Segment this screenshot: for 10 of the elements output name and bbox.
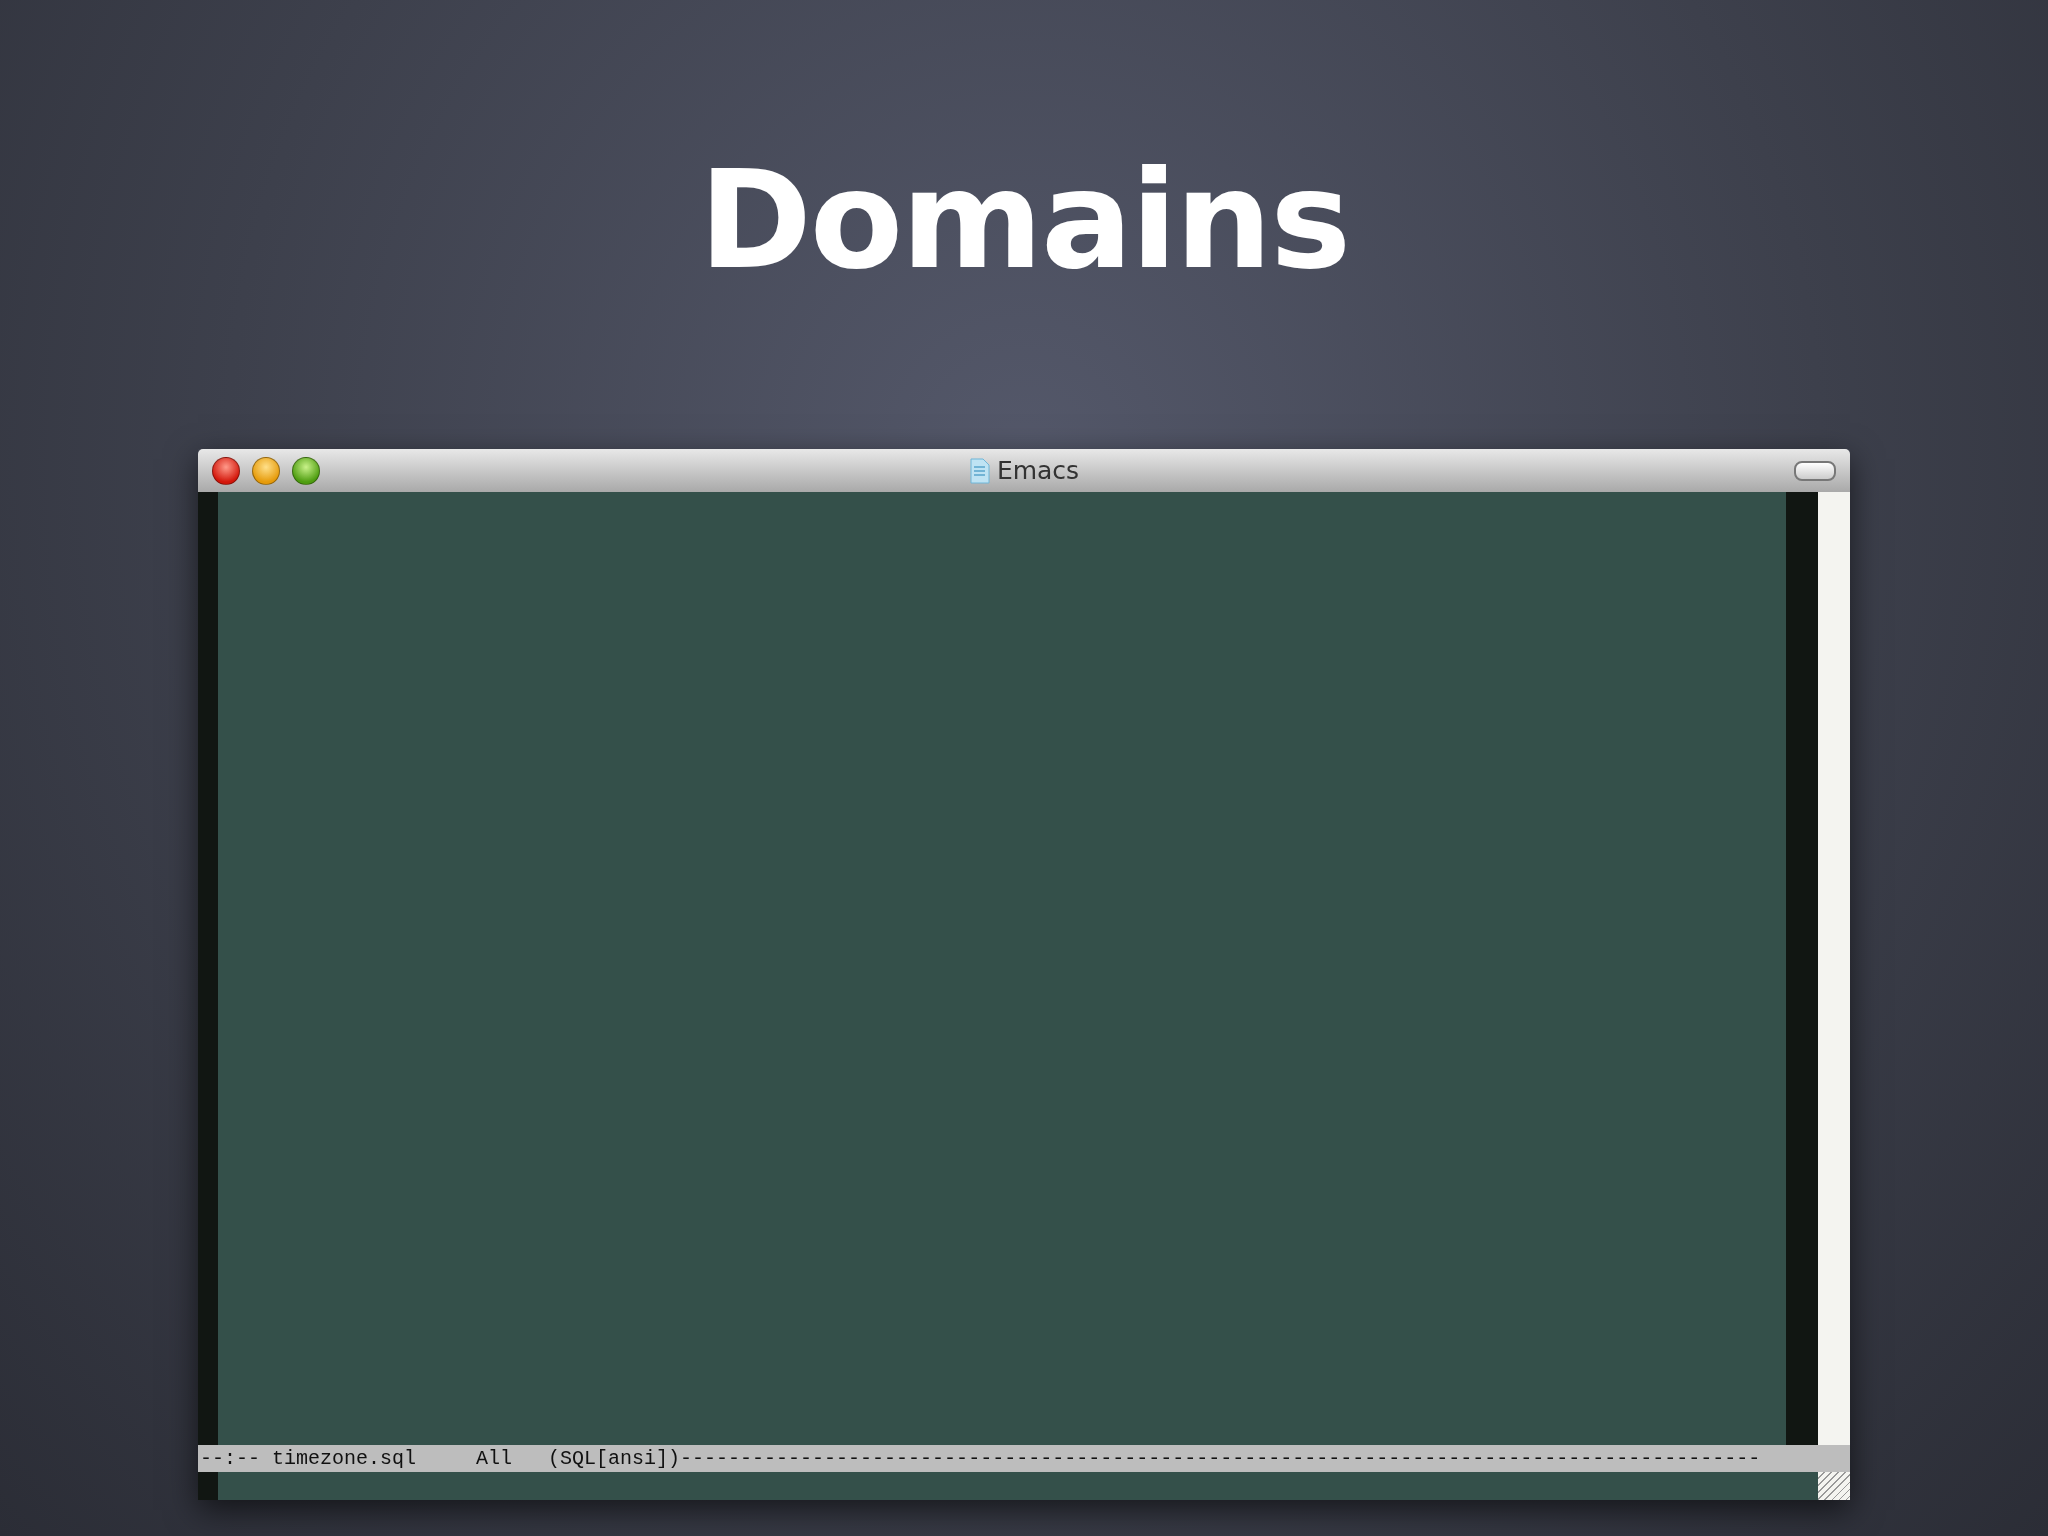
toolbar-toggle-button[interactable] xyxy=(1794,460,1836,481)
zoom-button[interactable] xyxy=(292,456,320,485)
document-icon xyxy=(968,457,991,484)
close-button[interactable] xyxy=(212,456,240,485)
resize-grip-icon[interactable] xyxy=(1818,1472,1850,1500)
minimize-button[interactable] xyxy=(252,456,280,485)
window-title: Emacs xyxy=(996,456,1080,485)
left-fringe xyxy=(198,1472,218,1500)
scroll-bar[interactable] xyxy=(1818,492,1850,1445)
slide-title: Domains xyxy=(698,140,1350,300)
